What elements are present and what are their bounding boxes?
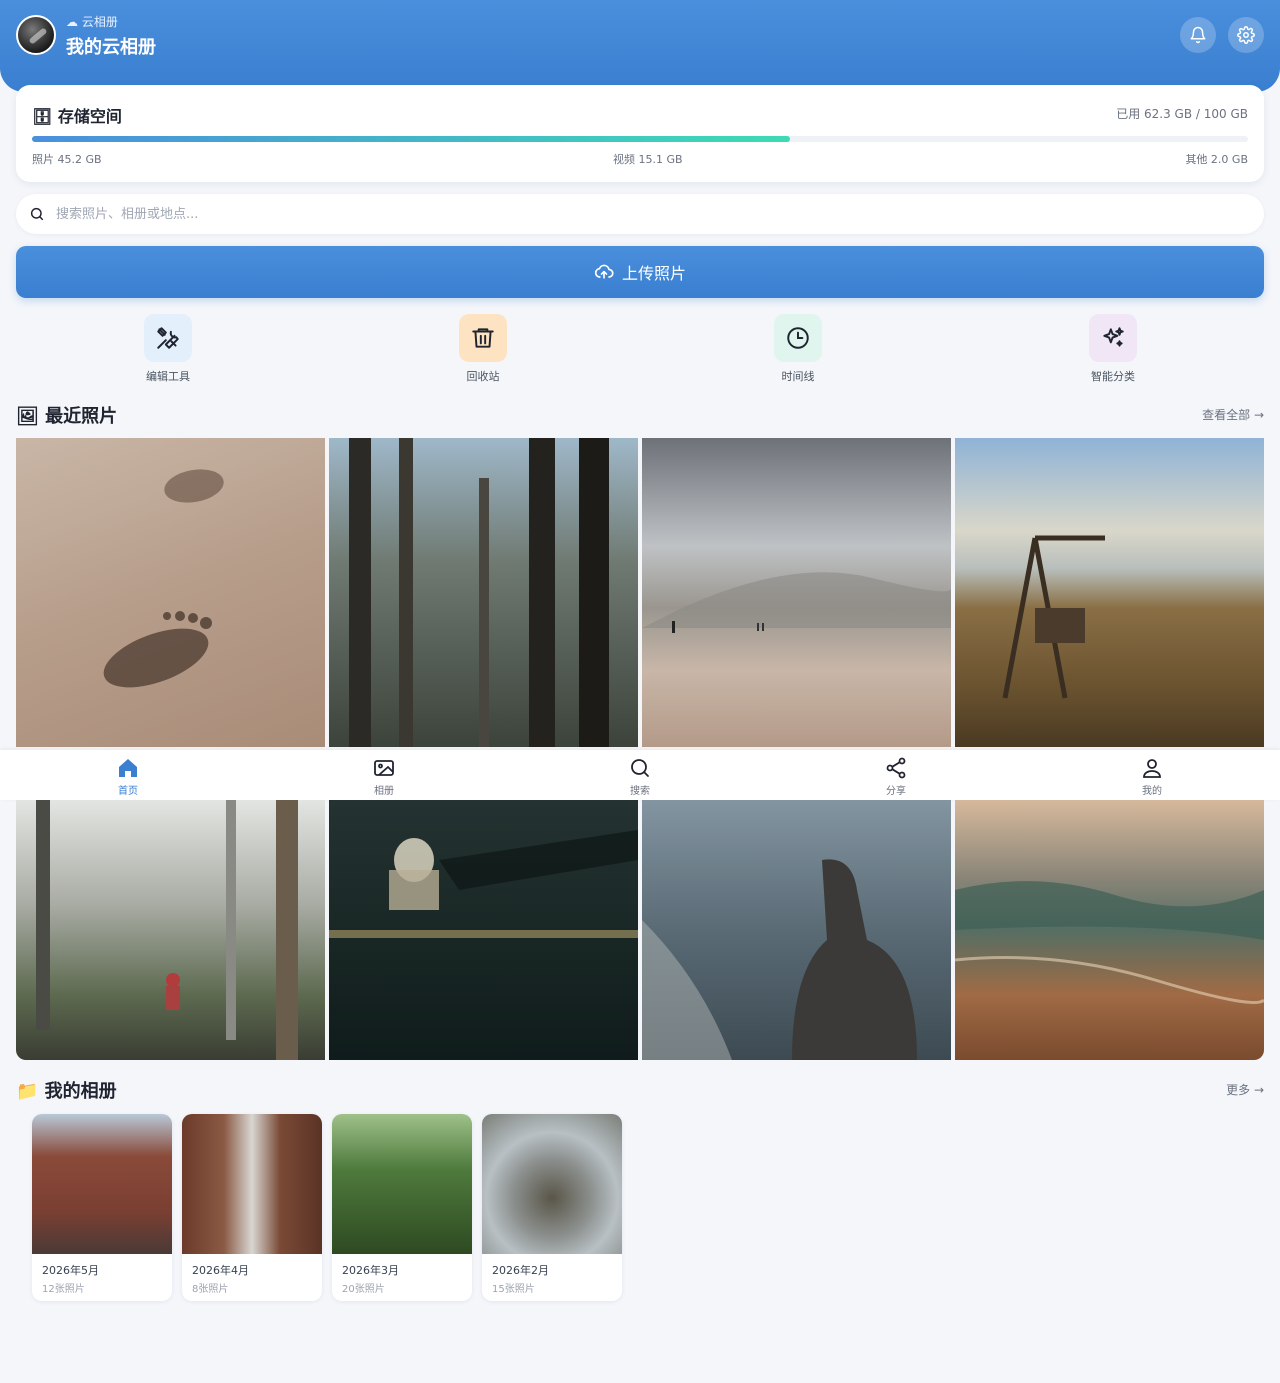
photo-thumbnail[interactable] xyxy=(955,438,1264,747)
home-icon xyxy=(119,759,137,777)
search-icon xyxy=(30,207,44,221)
album-name: 2026年4月 xyxy=(192,1264,249,1277)
storage-title: 🗄 存储空间 xyxy=(32,107,122,126)
nav-search[interactable]: 搜索 xyxy=(610,756,670,797)
album-count: 20张照片 xyxy=(342,1284,385,1295)
nav-home[interactable]: 首页 xyxy=(98,756,158,797)
storage-card[interactable]: 🗄 存储空间 已用 62.3 GB / 100 GB 照片 45.2 GB 视频… xyxy=(16,85,1264,182)
upload-button[interactable]: 上传照片 xyxy=(16,246,1264,298)
nav-share-label: 分享 xyxy=(886,786,906,797)
storage-used-text: 已用 62.3 GB / 100 GB xyxy=(1116,107,1248,121)
trash-icon xyxy=(472,328,494,348)
quick-action-label: 时间线 xyxy=(781,370,815,383)
bottom-navigation: 首页 相册 搜索 分享 我的 xyxy=(0,750,1280,800)
quick-action-smart-sort[interactable]: 智能分类 xyxy=(1063,314,1163,384)
image-icon xyxy=(374,760,394,776)
photo-thumbnail[interactable] xyxy=(329,438,638,747)
quick-action-icon-box xyxy=(1089,314,1137,362)
night-bridge-photo xyxy=(329,830,638,938)
nav-profile-label: 我的 xyxy=(1142,786,1162,797)
notification-button[interactable] xyxy=(1180,17,1216,53)
search-input[interactable] xyxy=(56,202,1246,226)
album-card[interactable]: 2026年4月 8张照片 xyxy=(182,1114,322,1301)
swing-photo xyxy=(1002,535,1105,699)
cloud-upload-icon xyxy=(594,264,614,279)
nav-search-label: 搜索 xyxy=(630,786,650,797)
bell-icon xyxy=(1190,26,1206,44)
forest-photo xyxy=(349,438,609,747)
album-card[interactable]: 2026年5月 12张照片 xyxy=(32,1114,172,1301)
album-count: 12张照片 xyxy=(42,1284,85,1295)
sparkles-icon xyxy=(1103,327,1124,347)
storage-other-label: 其他 2.0 GB xyxy=(1185,153,1248,166)
photo-thumbnail[interactable] xyxy=(16,800,325,1060)
upload-label: 上传照片 xyxy=(621,264,686,283)
album-card[interactable]: 2026年2月 15张照片 xyxy=(482,1114,622,1301)
recent-photos-title: 🖼 最近照片 xyxy=(16,406,118,427)
quick-action-label: 编辑工具 xyxy=(146,370,190,383)
quick-action-timeline[interactable]: 时间线 xyxy=(748,314,848,384)
album-cover xyxy=(482,1114,622,1254)
nav-profile[interactable]: 我的 xyxy=(1122,756,1182,797)
storage-progress-fill xyxy=(32,136,790,142)
search-icon xyxy=(631,759,649,777)
album-cover xyxy=(32,1114,172,1254)
nav-albums-label: 相册 xyxy=(374,786,394,797)
nav-home-label: 首页 xyxy=(118,786,138,797)
misty-forest-photo xyxy=(36,800,298,1060)
album-card[interactable]: 2026年3月 20张照片 xyxy=(332,1114,472,1301)
user-icon xyxy=(1143,759,1161,778)
settings-button[interactable] xyxy=(1228,17,1264,53)
quick-action-icon-box xyxy=(774,314,822,362)
clock-icon xyxy=(787,327,809,349)
header-subtitle: ☁ 云相册 xyxy=(66,15,118,29)
page-title: 我的云相册 xyxy=(66,37,156,58)
photo-thumbnail[interactable] xyxy=(329,800,638,1060)
more-albums-link[interactable]: 更多 → xyxy=(1226,1081,1264,1098)
quick-action-trash[interactable]: 回收站 xyxy=(433,314,533,384)
avatar[interactable] xyxy=(16,15,56,55)
album-name: 2026年5月 xyxy=(42,1264,99,1277)
storage-progress-bar xyxy=(32,136,1248,142)
quick-action-label: 回收站 xyxy=(466,370,500,383)
hooded-figure-photo xyxy=(642,859,917,1060)
gear-icon xyxy=(1237,26,1255,44)
storage-photos-label: 照片 45.2 GB xyxy=(32,153,102,166)
share-icon xyxy=(886,757,906,779)
nav-share[interactable]: 分享 xyxy=(866,756,926,797)
my-albums-title: 📁 我的相册 xyxy=(16,1081,117,1102)
album-name: 2026年3月 xyxy=(342,1264,399,1277)
photo-thumbnail[interactable] xyxy=(955,800,1264,1060)
storage-videos-label: 视频 15.1 GB xyxy=(613,153,683,166)
quick-action-icon-box xyxy=(144,314,192,362)
quick-action-edit-tools[interactable]: 编辑工具 xyxy=(118,314,218,384)
album-count: 15张照片 xyxy=(492,1284,535,1295)
footprints-photo xyxy=(103,469,224,688)
search-bar[interactable] xyxy=(16,194,1264,234)
nav-albums[interactable]: 相册 xyxy=(354,756,414,797)
sunset-waves-photo xyxy=(955,881,1264,1004)
view-all-link[interactable]: 查看全部 → xyxy=(1202,406,1264,423)
album-cover xyxy=(332,1114,472,1254)
photo-thumbnail[interactable] xyxy=(16,438,325,747)
album-name: 2026年2月 xyxy=(492,1264,549,1277)
quick-action-label: 智能分类 xyxy=(1091,370,1135,383)
album-count: 8张照片 xyxy=(192,1284,229,1295)
app-header: ☁ 云相册 我的云相册 xyxy=(0,0,1280,92)
quick-action-icon-box xyxy=(459,314,507,362)
album-cover xyxy=(182,1114,322,1254)
beach-photo xyxy=(642,572,951,633)
photo-thumbnail[interactable] xyxy=(642,438,951,747)
tools-icon xyxy=(157,327,179,349)
photo-thumbnail[interactable] xyxy=(642,800,951,1060)
